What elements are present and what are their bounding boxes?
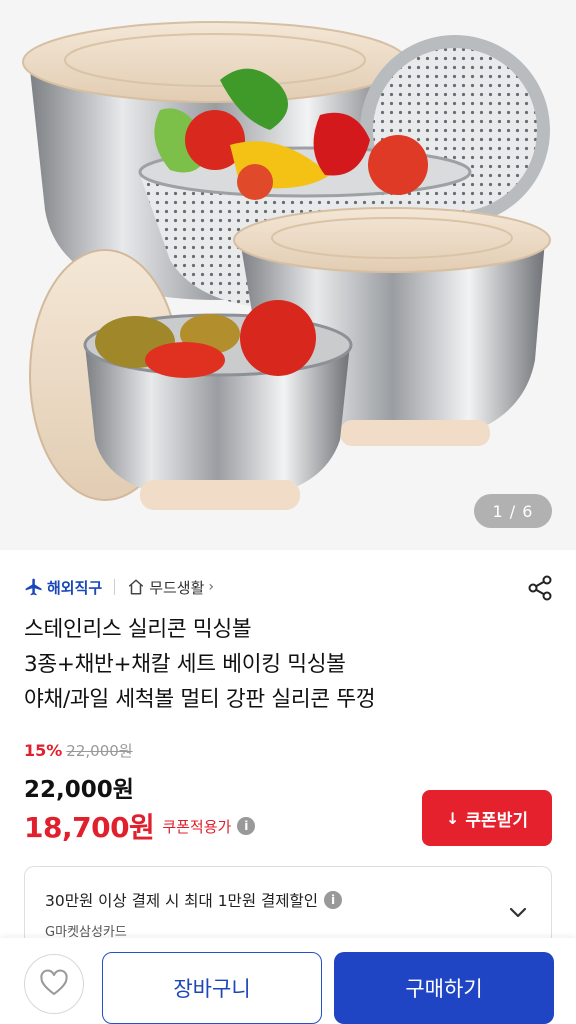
share-icon[interactable] xyxy=(526,574,554,602)
get-coupon-label: 쿠폰받기 xyxy=(465,810,528,831)
heart-icon xyxy=(40,969,68,996)
overseas-direct-badge[interactable]: 해외직구 xyxy=(24,577,102,598)
download-icon: ↓ xyxy=(446,808,460,828)
buy-now-button[interactable]: 구매하기 xyxy=(334,952,554,1024)
chevron-right-icon: › xyxy=(208,579,215,595)
shop-link[interactable]: 무드생활 › xyxy=(127,577,214,598)
chevron-down-icon[interactable] xyxy=(507,901,529,923)
shop-name: 무드생활 xyxy=(149,578,205,597)
card-discount-line: 30만원 이상 결제 시 최대 1만원 결제할인 i xyxy=(45,889,343,911)
image-page-indicator: 1 / 6 xyxy=(474,494,552,528)
product-title-line: 3종+채반+채칼 세트 베이킹 믹싱볼 xyxy=(24,652,346,677)
overseas-badge-label: 해외직구 xyxy=(47,578,103,597)
wishlist-button[interactable] xyxy=(24,954,84,1014)
meta-divider xyxy=(114,579,116,595)
coupon-price: 18,700원 xyxy=(24,811,155,844)
discount-rate: 15% xyxy=(24,741,63,760)
product-title-line: 스테인리스 실리콘 믹싱볼 xyxy=(24,617,252,642)
product-title-line: 야채/과일 세척볼 멀티 강판 실리콘 뚜껑 xyxy=(24,687,376,712)
product-photo xyxy=(0,0,576,550)
airplane-icon xyxy=(25,578,42,596)
product-title: 스테인리스 실리콘 믹싱볼 3종+채반+채칼 세트 베이킹 믹싱볼 야채/과일 … xyxy=(24,612,544,717)
coupon-applied-label: 쿠폰적용가 xyxy=(162,817,232,836)
discount-row: 15% 22,000원 xyxy=(24,740,133,761)
add-to-cart-button[interactable]: 장바구니 xyxy=(102,952,322,1024)
get-coupon-button[interactable]: ↓ 쿠폰받기 xyxy=(422,790,552,846)
bottom-action-bar: 장바구니 구매하기 xyxy=(0,938,576,1024)
coupon-price-row: 18,700원 쿠폰적용가 i xyxy=(24,806,256,846)
original-price: 22,000원 xyxy=(66,742,133,760)
product-meta-row: 해외직구 무드생활 › xyxy=(24,572,554,602)
info-icon[interactable]: i xyxy=(324,891,343,909)
sale-price: 22,000원 xyxy=(24,777,134,803)
card-discount-text: 30만원 이상 결제 시 최대 1만원 결제할인 xyxy=(45,892,319,910)
home-icon xyxy=(128,579,144,595)
product-image-gallery[interactable]: 1 / 6 xyxy=(0,0,576,550)
info-icon[interactable]: i xyxy=(237,817,256,835)
